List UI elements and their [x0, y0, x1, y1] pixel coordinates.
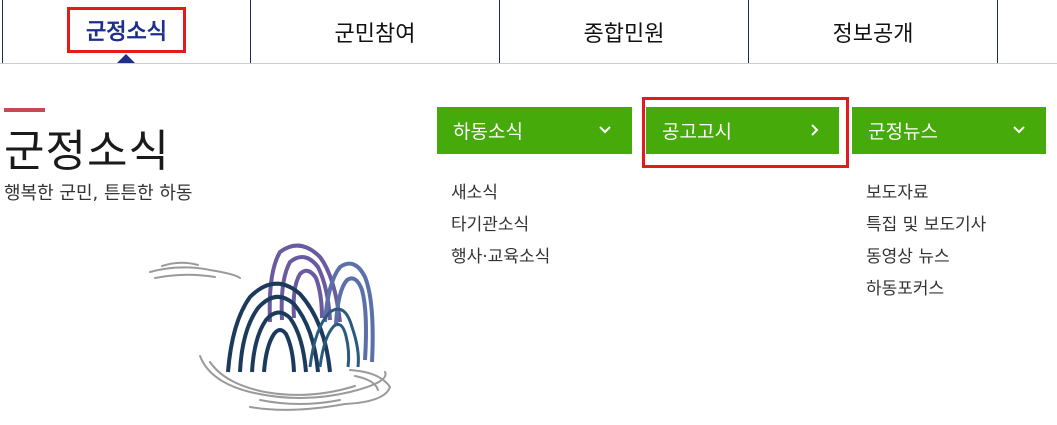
chevron-down-icon	[1013, 126, 1025, 134]
menu-county-news-button[interactable]: 군정뉴스	[852, 107, 1046, 154]
hadong-news-submenu: 새소식 타기관소식 행사·교육소식	[451, 177, 550, 273]
tab-label: 종합민원	[583, 21, 665, 47]
submenu-item-other-agency-news[interactable]: 타기관소식	[451, 209, 550, 241]
submenu-item-event-education-news[interactable]: 행사·교육소식	[451, 241, 550, 273]
menu-label: 군정뉴스	[868, 121, 938, 143]
accent-bar	[4, 108, 45, 112]
chevron-down-icon	[599, 126, 611, 134]
mountain-illustration	[149, 243, 392, 411]
page-title: 군정소식	[4, 126, 170, 177]
menu-public-notice-button[interactable]: 공고고시	[646, 107, 839, 154]
submenu-item-press-release[interactable]: 보도자료	[866, 177, 986, 209]
tab-information-disclosure[interactable]: 정보공개	[748, 0, 997, 63]
top-navigation: 군정소식 군민참여 종합민원 정보공개	[0, 0, 1057, 64]
tab-label: 군민참여	[334, 21, 416, 47]
tab-citizen-participation[interactable]: 군민참여	[250, 0, 499, 63]
tab-label: 정보공개	[832, 21, 914, 47]
page-subtitle: 행복한 군민, 튼튼한 하동	[4, 183, 193, 204]
county-news-submenu: 보도자료 특집 및 보도기사 동영상 뉴스 하동포커스	[866, 177, 986, 305]
menu-hadong-news-button[interactable]: 하동소식	[437, 107, 632, 154]
menu-label: 공고고시	[662, 121, 732, 143]
submenu-item-hadong-focus[interactable]: 하동포커스	[866, 273, 986, 305]
submenu-item-feature-articles[interactable]: 특집 및 보도기사	[866, 209, 986, 241]
menu-label: 하동소식	[453, 121, 523, 143]
active-tab-caret-icon	[117, 54, 135, 63]
tab-civil-service[interactable]: 종합민원	[499, 0, 748, 63]
submenu-item-video-news[interactable]: 동영상 뉴스	[866, 241, 986, 273]
chevron-right-icon	[811, 124, 819, 136]
submenu-item-new-news[interactable]: 새소식	[451, 177, 550, 209]
tab-divider	[997, 0, 998, 63]
tab-label: 군정소식	[67, 6, 186, 53]
